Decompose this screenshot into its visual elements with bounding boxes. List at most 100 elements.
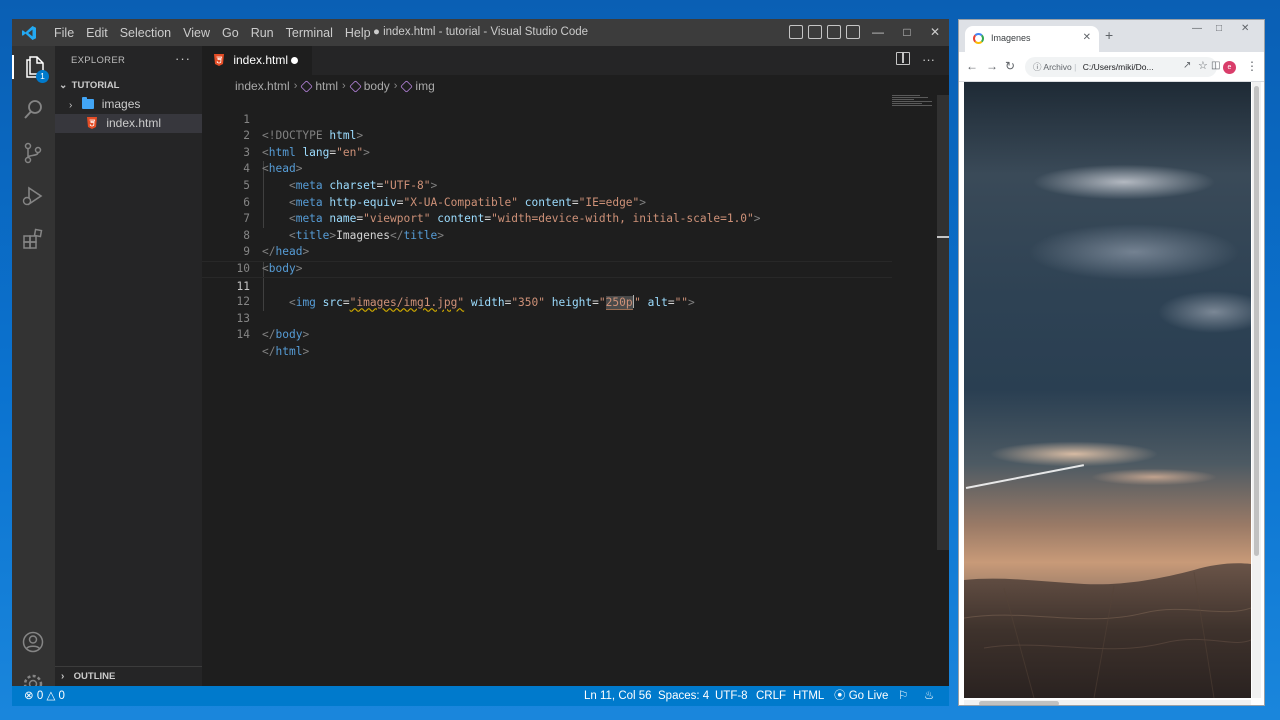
tab-index-html[interactable]: index.html — [202, 46, 312, 75]
share-icon[interactable]: ↗ — [1183, 60, 1191, 71]
folder-icon — [82, 97, 95, 109]
breadcrumb-img[interactable]: img — [415, 79, 434, 93]
code-line: 12 — [202, 278, 892, 308]
vscode-logo-icon — [22, 26, 36, 40]
breadcrumb-file[interactable]: index.html — [235, 79, 290, 93]
breadcrumb-body[interactable]: body — [364, 79, 390, 93]
extensions-icon[interactable] — [21, 227, 45, 251]
code-line: 13 </body> — [202, 294, 892, 342]
side-panel-icon[interactable]: ◫ — [1211, 60, 1220, 71]
tab-close-icon[interactable]: ✕ — [1083, 26, 1091, 50]
browser-tab-strip: Imagenes ✕ + — □ ✕ — [959, 20, 1264, 52]
indentation[interactable]: Spaces: 4 — [658, 686, 709, 706]
browser-tab[interactable]: Imagenes ✕ — [965, 26, 1099, 52]
line-ending[interactable]: CRLF — [756, 686, 786, 706]
address-bar-url: C:/Users/miki/Do... — [1082, 62, 1154, 72]
more-actions-icon[interactable]: ··· — [922, 52, 935, 67]
bookmark-star-icon[interactable]: ☆ — [1198, 59, 1208, 72]
breadcrumb-separator-icon: › — [293, 80, 298, 92]
code-line: 9 <body> — [202, 228, 892, 275]
code-line: 4 <meta charset="UTF-8"> — [202, 145, 892, 192]
error-count: 0 — [36, 690, 44, 702]
outline-label: OUTLINE — [73, 671, 116, 682]
go-live-button[interactable]: ⦿ Go Live — [834, 686, 888, 706]
menu-help[interactable]: Help — [339, 26, 377, 40]
search-icon[interactable] — [21, 98, 45, 122]
source-control-icon[interactable] — [21, 141, 45, 165]
breadcrumb-separator-icon: › — [342, 80, 346, 92]
tree-item-images[interactable]: › images — [55, 95, 202, 114]
code-line: 14 </html> — [202, 311, 892, 358]
feedback-icon[interactable]: ⚐ — [898, 686, 908, 706]
tree-item-label: images — [101, 97, 141, 111]
notifications-bell-icon[interactable]: ♨ — [924, 686, 934, 706]
browser-menu-icon[interactable]: ⋮ — [1246, 59, 1258, 73]
breadcrumb: index.html › html › body › img — [235, 77, 435, 95]
browser-tab-title: Imagenes — [991, 33, 1031, 43]
menu-go[interactable]: Go — [216, 26, 245, 40]
menu-bar: File Edit Selection View Go Run Terminal… — [48, 19, 377, 46]
back-arrow-icon[interactable]: ← — [966, 59, 978, 73]
editor-scrollbar[interactable] — [937, 95, 949, 550]
menu-run[interactable]: Run — [245, 26, 280, 40]
folder-label: TUTORIAL — [71, 80, 120, 91]
symbol-icon — [400, 79, 414, 93]
language-mode[interactable]: HTML — [793, 686, 824, 706]
line-number: 14 — [236, 328, 250, 342]
outline-section[interactable]: › OUTLINE — [55, 666, 202, 686]
tree-item-index-html[interactable]: index.html — [55, 114, 202, 133]
profile-avatar[interactable]: e — [1223, 61, 1236, 74]
broadcast-icon: ⦿ — [834, 690, 846, 702]
cursor-position[interactable]: Ln 11, Col 56 — [584, 686, 652, 706]
editor-actions: ··· — [896, 52, 935, 67]
new-tab-icon[interactable]: + — [1105, 27, 1113, 43]
reload-icon[interactable]: ↻ — [1005, 59, 1015, 73]
code-line: 5 <meta http-equiv="X-UA-Compatible" con… — [202, 161, 892, 209]
menu-view[interactable]: View — [177, 26, 216, 40]
menu-selection[interactable]: Selection — [114, 26, 177, 40]
browser-close-icon[interactable]: ✕ — [1241, 23, 1249, 34]
chrome-window: Imagenes ✕ + — □ ✕ ← → ↻ ⓘ Archivo | C:/… — [958, 19, 1265, 706]
tab-bar: index.html ··· — [202, 46, 949, 75]
toggle-secondary-sidebar-icon[interactable] — [827, 25, 841, 39]
google-favicon-icon — [973, 33, 984, 44]
title-bar: File Edit Selection View Go Run Terminal… — [12, 19, 949, 46]
encoding[interactable]: UTF-8 — [715, 686, 748, 706]
code-line: 6 <meta name="viewport" content="width=d… — [202, 178, 892, 226]
close-icon[interactable]: ✕ — [920, 19, 949, 46]
browser-viewport — [959, 82, 1264, 705]
run-debug-icon[interactable] — [21, 184, 45, 208]
problems-indicator[interactable]: ⊗ 0 △ 0 — [24, 686, 65, 706]
chevron-down-icon: ⌄ — [59, 80, 68, 91]
activity-bar: 1 — [12, 46, 55, 694]
mountain-silhouette — [964, 563, 1251, 698]
browser-minimize-icon[interactable]: — — [1192, 23, 1202, 34]
minimize-icon[interactable]: — — [863, 19, 893, 46]
unsaved-dot-icon[interactable] — [291, 57, 298, 64]
toggle-sidebar-icon[interactable] — [789, 25, 803, 39]
breadcrumb-separator-icon: › — [393, 80, 398, 92]
breadcrumb-html[interactable]: html — [315, 79, 338, 93]
toggle-panel-icon[interactable] — [808, 25, 822, 39]
maximize-icon[interactable]: □ — [892, 19, 922, 46]
page-scrollbar-thumb[interactable] — [1254, 86, 1259, 556]
menu-terminal[interactable]: Terminal — [280, 26, 339, 40]
folder-tutorial[interactable]: ⌄ TUTORIAL — [55, 76, 202, 95]
customize-layout-icon[interactable] — [846, 25, 860, 39]
code-line: 2 <html lang="en"> — [202, 112, 892, 159]
explorer-icon[interactable]: 1 — [12, 55, 55, 83]
forward-arrow-icon[interactable]: → — [986, 59, 998, 73]
browser-maximize-icon[interactable]: □ — [1216, 23, 1222, 34]
explorer-more-actions[interactable]: ··· — [175, 51, 191, 66]
accounts-icon[interactable] — [21, 630, 45, 654]
editor-area: index.html ··· index.html › html › body … — [202, 46, 949, 686]
html-file-icon — [87, 117, 97, 129]
warning-icon: △ — [46, 690, 56, 702]
menu-edit[interactable]: Edit — [80, 26, 114, 40]
tab-label: index.html — [233, 53, 289, 67]
minimap[interactable] — [892, 95, 937, 115]
split-editor-icon[interactable] — [896, 52, 910, 65]
horizontal-scrollbar-thumb[interactable] — [979, 701, 1059, 705]
menu-file[interactable]: File — [48, 26, 80, 40]
contrail — [965, 464, 1084, 489]
